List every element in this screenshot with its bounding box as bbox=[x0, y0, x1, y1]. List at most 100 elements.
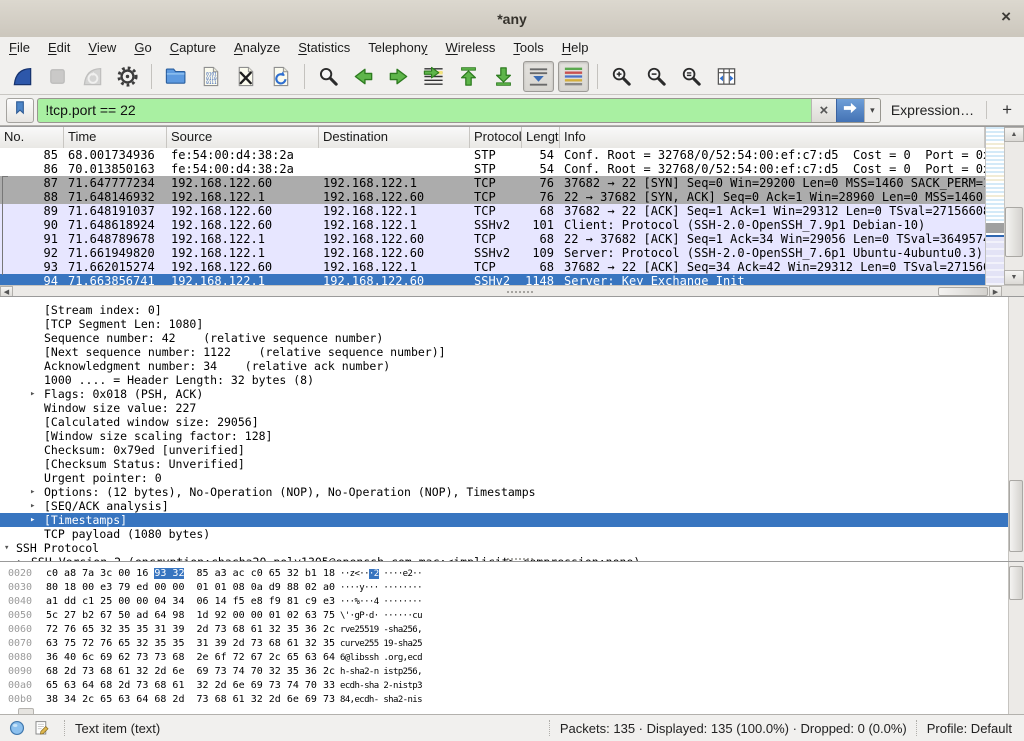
resize-columns-button[interactable] bbox=[711, 61, 742, 92]
go-forward-button[interactable] bbox=[383, 61, 414, 92]
tree-item-7[interactable]: Window size value: 227 bbox=[0, 401, 1008, 415]
menu-go[interactable]: Go bbox=[125, 39, 160, 57]
open-file-button[interactable] bbox=[160, 61, 191, 92]
display-filter-input[interactable]: !tcp.port == 22 bbox=[38, 99, 810, 122]
reload-file-button[interactable] bbox=[265, 61, 296, 92]
zoom-original-button[interactable] bbox=[676, 61, 707, 92]
expander-open-icon[interactable]: ▾ bbox=[4, 541, 9, 555]
tree-item-5[interactable]: 1000 .... = Header Length: 32 bytes (8) bbox=[0, 373, 1008, 387]
filter-bookmark-button[interactable] bbox=[6, 98, 34, 123]
go-to-top-button[interactable] bbox=[453, 61, 484, 92]
tree-item-16[interactable]: TCP payload (1080 bytes) bbox=[0, 527, 1008, 541]
filter-dropdown-caret[interactable]: ▾ bbox=[864, 99, 880, 122]
go-to-packet-button[interactable] bbox=[418, 61, 449, 92]
menu-view[interactable]: View bbox=[79, 39, 125, 57]
menu-edit[interactable]: Edit bbox=[39, 39, 79, 57]
menu-wireless[interactable]: Wireless bbox=[437, 39, 505, 57]
tree-item-1[interactable]: [TCP Segment Len: 1080] bbox=[0, 317, 1008, 331]
packet-row-87[interactable]: 8771.647777234192.168.122.60192.168.122.… bbox=[0, 176, 985, 190]
menu-file[interactable]: File bbox=[0, 39, 39, 57]
column-header-source[interactable]: Source bbox=[167, 127, 319, 148]
tree-item-6[interactable]: ▸Flags: 0x018 (PSH, ACK) bbox=[0, 387, 1008, 401]
menu-tools[interactable]: Tools bbox=[504, 39, 552, 57]
filter-apply-button[interactable] bbox=[836, 99, 864, 122]
close-file-button[interactable] bbox=[230, 61, 261, 92]
stop-capture-button[interactable] bbox=[42, 61, 73, 92]
hex-row-0070[interactable]: 007063 75 72 76 65 32 35 35 31 39 2d 73 … bbox=[0, 637, 1008, 651]
colorize-button[interactable] bbox=[558, 61, 589, 92]
tree-item-14[interactable]: ▸[SEQ/ACK analysis] bbox=[0, 499, 1008, 513]
expert-info-icon[interactable] bbox=[8, 719, 26, 737]
hex-row-0040[interactable]: 0040a1 dd c1 25 00 00 04 34 06 14 f5 e8 … bbox=[0, 595, 1008, 609]
menu-analyze[interactable]: Analyze bbox=[225, 39, 289, 57]
menu-statistics[interactable]: Statistics bbox=[289, 39, 359, 57]
hex-row-0050[interactable]: 00505c 27 b2 67 50 ad 64 98 1d 92 00 00 … bbox=[0, 609, 1008, 623]
tree-item-12[interactable]: Urgent pointer: 0 bbox=[0, 471, 1008, 485]
packet-row-91[interactable]: 9171.648789678192.168.122.1192.168.122.6… bbox=[0, 232, 985, 246]
intelligent-scrollbar-map[interactable] bbox=[985, 127, 1005, 285]
column-header-length[interactable]: Length bbox=[522, 127, 560, 148]
filter-add-button[interactable]: + bbox=[996, 100, 1018, 120]
column-header-protocol[interactable]: Protocol bbox=[470, 127, 522, 148]
titlebar[interactable]: *any × bbox=[0, 0, 1024, 38]
go-back-button[interactable] bbox=[348, 61, 379, 92]
bytes-vscroll-thumb[interactable] bbox=[1009, 566, 1023, 600]
tree-item-2[interactable]: Sequence number: 42 (relative sequence n… bbox=[0, 331, 1008, 345]
hex-row-0020[interactable]: 0020c0 a8 7a 3c 00 16 93 32 85 a3 ac c0 … bbox=[0, 567, 1008, 581]
status-profile[interactable]: Profile: Default bbox=[927, 721, 1012, 736]
expander-closed-icon[interactable]: ▸ bbox=[30, 387, 35, 401]
save-file-button[interactable]: 010101100111 bbox=[195, 61, 226, 92]
packet-row-94[interactable]: 9471.663856741192.168.122.1192.168.122.6… bbox=[0, 274, 985, 285]
expander-closed-icon[interactable]: ▸ bbox=[30, 499, 35, 513]
scroll-up-button[interactable]: ▲ bbox=[1004, 127, 1024, 142]
tree-item-13[interactable]: ▸Options: (12 bytes), No-Operation (NOP)… bbox=[0, 485, 1008, 499]
capture-options-button[interactable] bbox=[112, 61, 143, 92]
column-header-destination[interactable]: Destination bbox=[319, 127, 470, 148]
packet-row-86[interactable]: 8670.013850163fe:54:00:d4:38:2aSTP54Conf… bbox=[0, 162, 985, 176]
menu-capture[interactable]: Capture bbox=[161, 39, 225, 57]
expander-closed-icon[interactable]: ▸ bbox=[30, 485, 35, 499]
packet-row-88[interactable]: 8871.648146932192.168.122.1192.168.122.6… bbox=[0, 190, 985, 204]
tree-item-15[interactable]: ▸[Timestamps] bbox=[0, 513, 1008, 527]
zoom-out-button[interactable] bbox=[641, 61, 672, 92]
tree-item-17[interactable]: ▾SSH Protocol bbox=[0, 541, 1008, 555]
packet-list-vscroll-thumb[interactable] bbox=[1005, 207, 1023, 257]
start-capture-button[interactable] bbox=[7, 61, 38, 92]
find-packet-button[interactable] bbox=[313, 61, 344, 92]
tree-item-9[interactable]: [Window size scaling factor: 128] bbox=[0, 429, 1008, 443]
zoom-in-button[interactable] bbox=[606, 61, 637, 92]
go-to-bottom-button[interactable] bbox=[488, 61, 519, 92]
hex-row-0090[interactable]: 009068 2d 73 68 61 32 2d 6e 69 73 74 70 … bbox=[0, 665, 1008, 679]
pane-splitter[interactable] bbox=[507, 290, 533, 294]
tree-item-8[interactable]: [Calculated window size: 29056] bbox=[0, 415, 1008, 429]
restart-capture-button[interactable] bbox=[77, 61, 108, 92]
packet-list-hscroll-thumb[interactable] bbox=[938, 287, 988, 296]
column-header-no[interactable]: No. bbox=[0, 127, 64, 148]
packet-list-vscrollbar[interactable] bbox=[1004, 127, 1024, 285]
packet-row-85[interactable]: 8568.001734936fe:54:00:d4:38:2aSTP54Conf… bbox=[0, 148, 985, 162]
hex-row-0080[interactable]: 008036 40 6c 69 62 73 73 68 2e 6f 72 67 … bbox=[0, 651, 1008, 665]
hex-row-0060[interactable]: 006072 76 65 32 35 35 31 39 2d 73 68 61 … bbox=[0, 623, 1008, 637]
menu-telephony[interactable]: Telephony bbox=[359, 39, 436, 57]
packet-row-92[interactable]: 9271.661949820192.168.122.1192.168.122.6… bbox=[0, 246, 985, 260]
tree-item-0[interactable]: [Stream index: 0] bbox=[0, 303, 1008, 317]
hex-row-00b0[interactable]: 00b038 34 2c 65 63 64 68 2d 73 68 61 32 … bbox=[0, 693, 1008, 707]
hex-row-0030[interactable]: 003080 18 00 e3 79 ed 00 00 01 01 08 0a … bbox=[0, 581, 1008, 595]
expander-closed-icon[interactable]: ▸ bbox=[30, 513, 35, 527]
capture-comment-icon[interactable] bbox=[33, 719, 51, 737]
packet-row-93[interactable]: 9371.662015274192.168.122.60192.168.122.… bbox=[0, 260, 985, 274]
auto-scroll-button[interactable] bbox=[523, 61, 554, 92]
tree-item-11[interactable]: [Checksum Status: Unverified] bbox=[0, 457, 1008, 471]
close-icon[interactable]: × bbox=[1001, 7, 1011, 27]
tree-item-4[interactable]: Acknowledgment number: 34 (relative ack … bbox=[0, 359, 1008, 373]
expression-button[interactable]: Expression… bbox=[891, 102, 974, 118]
scroll-down-button[interactable]: ▼ bbox=[1004, 270, 1024, 285]
column-header-info[interactable]: Info bbox=[560, 127, 985, 148]
filter-clear-button[interactable]: × bbox=[811, 99, 836, 122]
menu-help[interactable]: Help bbox=[553, 39, 598, 57]
packet-row-89[interactable]: 8971.648191037192.168.122.60192.168.122.… bbox=[0, 204, 985, 218]
packet-row-90[interactable]: 9071.648618924192.168.122.60192.168.122.… bbox=[0, 218, 985, 232]
tree-item-3[interactable]: [Next sequence number: 1122 (relative se… bbox=[0, 345, 1008, 359]
tree-item-10[interactable]: Checksum: 0x79ed [unverified] bbox=[0, 443, 1008, 457]
detail-vscroll-thumb[interactable] bbox=[1009, 480, 1023, 552]
